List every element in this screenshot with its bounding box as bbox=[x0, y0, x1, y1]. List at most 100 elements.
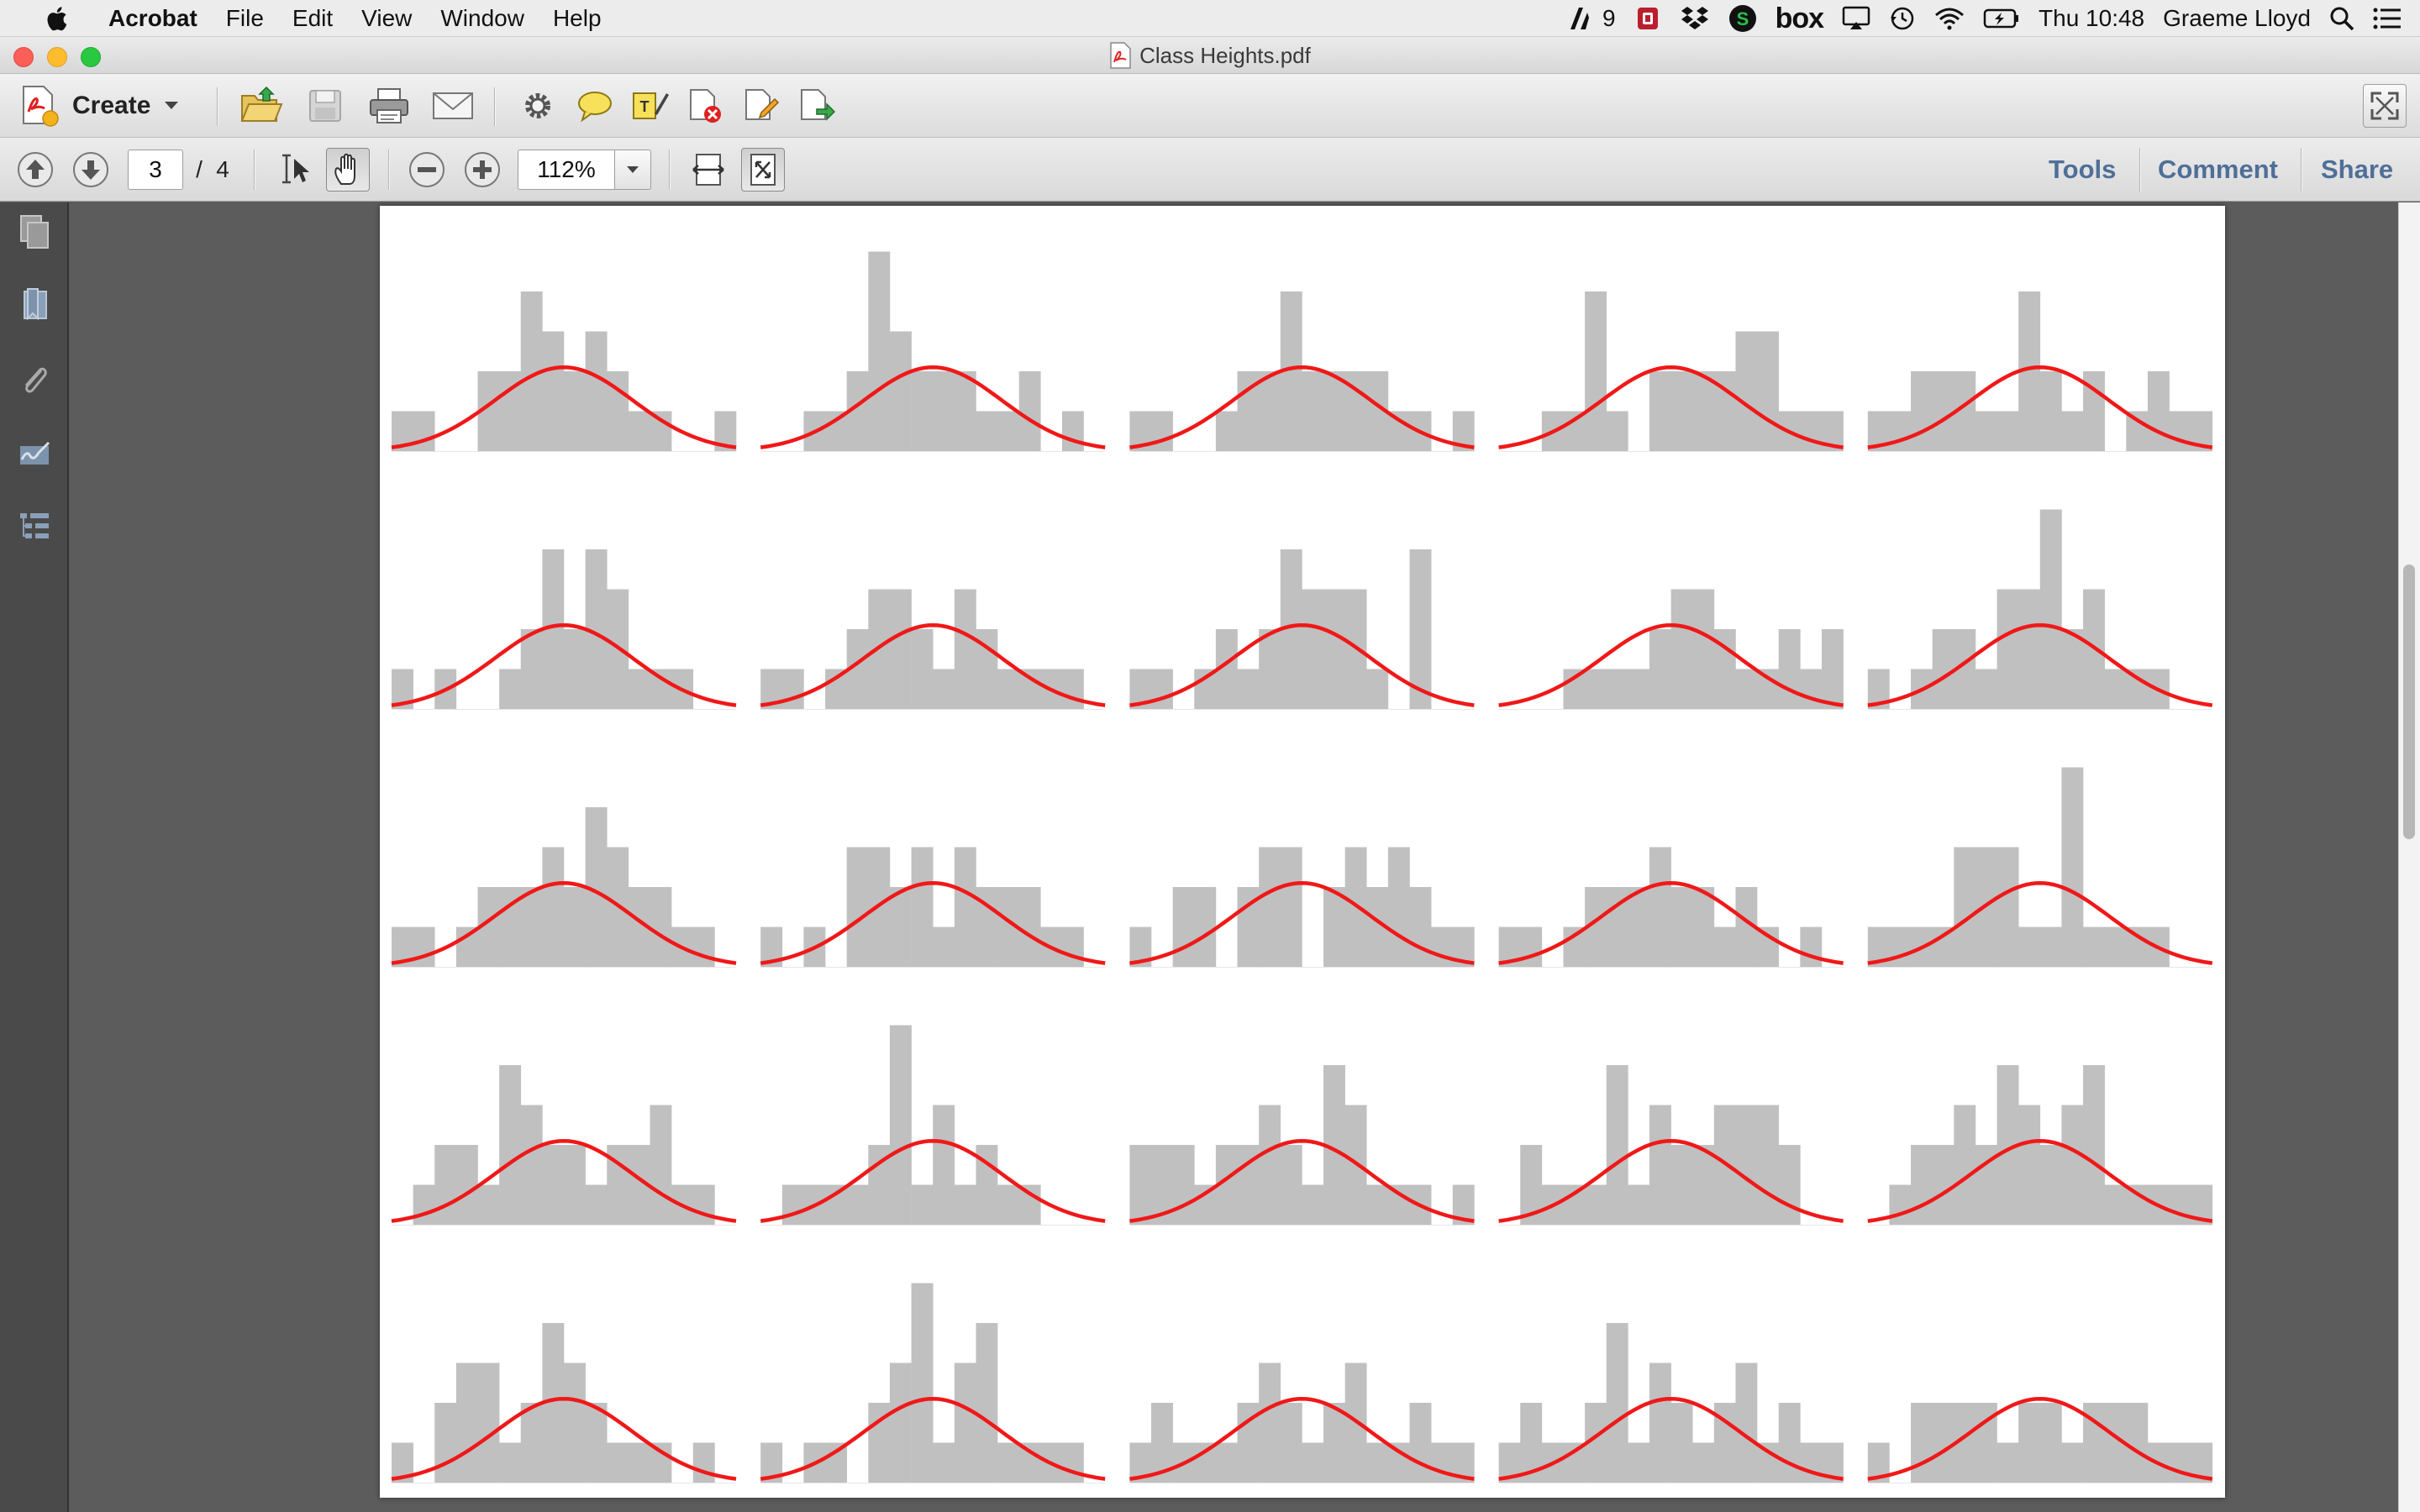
histogram-bar bbox=[1649, 847, 1671, 967]
page-separator: / bbox=[196, 156, 203, 182]
share-pane-button[interactable]: Share bbox=[2321, 138, 2393, 202]
comment-icon bbox=[578, 92, 612, 123]
sign-button[interactable] bbox=[738, 84, 785, 128]
histogram-bar bbox=[1129, 1145, 1152, 1225]
histogram-bar bbox=[911, 629, 934, 709]
zoom-dropdown-button[interactable] bbox=[614, 150, 651, 190]
histogram-panel bbox=[1867, 291, 2213, 452]
export-button[interactable] bbox=[793, 84, 840, 128]
apple-menu-icon[interactable] bbox=[34, 6, 79, 31]
time-machine-icon[interactable] bbox=[1889, 5, 1916, 32]
histogram-bar bbox=[1151, 411, 1173, 451]
comment-pane-button[interactable]: Comment bbox=[2158, 138, 2278, 202]
signatures-button[interactable] bbox=[13, 433, 55, 475]
histogram-bar bbox=[933, 927, 955, 967]
histogram-bar bbox=[1323, 589, 1345, 709]
airplay-icon[interactable] bbox=[1842, 6, 1870, 31]
pages-icon bbox=[20, 215, 49, 249]
histogram-bar bbox=[825, 1184, 848, 1225]
pdf-page bbox=[380, 206, 2225, 1498]
attachments-button[interactable] bbox=[13, 359, 55, 401]
pdf-file-icon bbox=[1110, 42, 1131, 69]
histogram-bar bbox=[2083, 1065, 2105, 1225]
fit-page-button[interactable] bbox=[741, 148, 785, 192]
histogram-bar bbox=[1259, 1105, 1281, 1225]
histogram-bar bbox=[1563, 669, 1586, 709]
open-file-button[interactable] bbox=[237, 84, 286, 128]
create-button[interactable]: Create bbox=[17, 82, 179, 129]
histogram-bar bbox=[1713, 927, 1736, 967]
evernote-icon[interactable]: S bbox=[1728, 4, 1757, 33]
window-title-text: Class Heights.pdf bbox=[1139, 42, 1311, 68]
histogram-bar bbox=[1172, 1145, 1195, 1225]
zoom-level-input[interactable]: 112% bbox=[518, 150, 615, 190]
page-number-input[interactable]: 3 bbox=[128, 150, 183, 190]
print-button[interactable] bbox=[365, 84, 413, 128]
histogram-bar bbox=[1649, 629, 1671, 709]
user-name[interactable]: Graeme Lloyd bbox=[2163, 5, 2311, 32]
battery-icon[interactable] bbox=[1983, 8, 2020, 29]
menu-file[interactable]: File bbox=[212, 0, 278, 37]
select-tool-button[interactable] bbox=[274, 150, 314, 190]
redact-button[interactable] bbox=[682, 84, 729, 128]
menu-app-name[interactable]: Acrobat bbox=[94, 0, 212, 37]
comment-button[interactable] bbox=[571, 84, 618, 128]
menu-help[interactable]: Help bbox=[539, 0, 616, 37]
histogram-bar bbox=[1692, 1145, 1715, 1225]
email-button[interactable] bbox=[429, 84, 477, 128]
document-area[interactable] bbox=[71, 202, 2398, 1512]
previous-page-button[interactable] bbox=[15, 150, 55, 190]
settings-button[interactable] bbox=[514, 84, 561, 128]
page-thumbnails-button[interactable] bbox=[13, 211, 55, 253]
hand-tool-button[interactable] bbox=[326, 148, 370, 192]
histogram-bar bbox=[2039, 509, 2062, 709]
histogram-bar bbox=[976, 411, 998, 451]
histogram-panel bbox=[760, 1025, 1106, 1226]
zoom-in-button[interactable] bbox=[462, 150, 502, 190]
spotlight-search-icon[interactable] bbox=[2329, 6, 2354, 31]
histogram-bar bbox=[846, 1184, 869, 1225]
histogram-bar bbox=[1194, 669, 1217, 709]
window-title-bar: Class Heights.pdf bbox=[0, 37, 2420, 74]
fullscreen-button[interactable] bbox=[2363, 84, 2407, 128]
histogram-bar bbox=[1735, 669, 1758, 709]
bookmarks-button[interactable] bbox=[13, 285, 55, 327]
histogram-bar bbox=[1018, 371, 1041, 451]
histogram-bar bbox=[1323, 887, 1345, 967]
vertical-scrollbar[interactable] bbox=[2398, 202, 2420, 1512]
histogram-bar bbox=[825, 669, 848, 709]
menu-view[interactable]: View bbox=[347, 0, 426, 37]
tools-pane-button[interactable]: Tools bbox=[2049, 138, 2116, 202]
next-page-button[interactable] bbox=[71, 150, 111, 190]
histogram-bar bbox=[1366, 1184, 1389, 1225]
save-button[interactable] bbox=[301, 84, 350, 128]
export-icon bbox=[801, 89, 835, 121]
adobe-status-item[interactable]: 9 bbox=[1569, 5, 1616, 32]
histogram-bar bbox=[954, 371, 976, 451]
zoom-out-button[interactable] bbox=[407, 150, 447, 190]
histogram-bar bbox=[455, 1145, 478, 1225]
zoom-out-icon bbox=[409, 152, 445, 187]
clock[interactable]: Thu 10:48 bbox=[2039, 5, 2144, 32]
notification-center-icon[interactable] bbox=[2373, 7, 2402, 30]
adobe-count: 9 bbox=[1602, 5, 1616, 31]
security-icon[interactable] bbox=[1634, 5, 1661, 32]
fit-page-icon bbox=[750, 154, 776, 186]
histogram-bar bbox=[628, 1442, 650, 1483]
box-status-label[interactable]: box bbox=[1776, 3, 1824, 35]
menu-edit[interactable]: Edit bbox=[278, 0, 347, 37]
histogram-panel bbox=[760, 847, 1106, 968]
histogram-bar bbox=[1237, 669, 1260, 709]
fit-width-button[interactable] bbox=[687, 150, 729, 190]
wifi-icon[interactable] bbox=[1934, 7, 1965, 30]
scrollbar-thumb[interactable] bbox=[2403, 564, 2415, 839]
histogram-bar bbox=[1302, 589, 1324, 709]
highlight-button[interactable]: T bbox=[627, 84, 674, 128]
histogram-bar bbox=[1778, 1403, 1801, 1483]
histogram-bar bbox=[607, 1442, 629, 1483]
sign-icon bbox=[745, 89, 780, 120]
content-layers-button[interactable] bbox=[13, 507, 55, 549]
dropbox-icon[interactable] bbox=[1680, 5, 1710, 32]
histogram-bar bbox=[911, 1184, 934, 1225]
menu-window[interactable]: Window bbox=[426, 0, 539, 37]
